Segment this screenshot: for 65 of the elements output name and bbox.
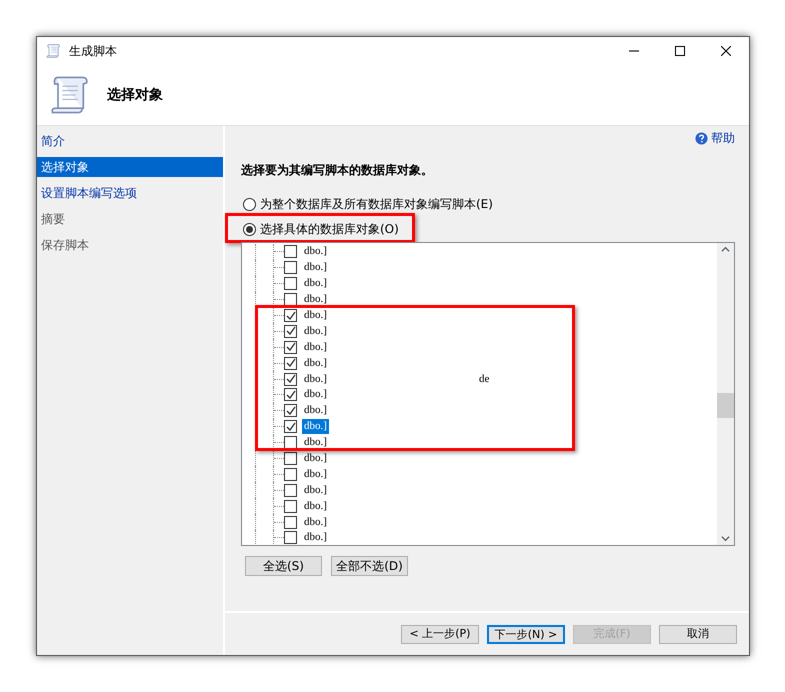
tree-item-label[interactable]: dbo.] xyxy=(302,308,329,323)
tree-checkbox[interactable] xyxy=(284,309,297,322)
tree-checkbox[interactable] xyxy=(284,293,297,306)
sidebar-item[interactable]: 摘要 xyxy=(37,209,223,229)
tree-item-label[interactable]: dbo.] xyxy=(302,482,329,498)
tree-item-label[interactable]: dbo.] xyxy=(302,466,329,482)
scrollbar-thumb[interactable] xyxy=(717,393,734,418)
tree-item-label[interactable]: dbo.] xyxy=(302,530,329,545)
tree-checkbox[interactable] xyxy=(284,420,297,434)
help-icon xyxy=(695,132,708,144)
tree-item-text: de xyxy=(479,372,490,387)
tree-item-label[interactable]: dbo.] xyxy=(302,387,329,402)
tree-item-label[interactable]: dbo.] xyxy=(302,260,329,276)
radio-option[interactable]: 为整个数据库及所有数据库对象编写脚本(E) xyxy=(243,196,493,212)
tree-checkbox[interactable] xyxy=(284,261,297,274)
wizard-button[interactable]: < 上一步(P) xyxy=(401,624,479,644)
radio-button[interactable] xyxy=(243,222,256,236)
tree-checkbox[interactable] xyxy=(284,340,297,354)
tree-checkbox[interactable] xyxy=(284,404,297,418)
maximize-icon xyxy=(675,46,685,56)
tree-checkbox[interactable] xyxy=(284,516,297,529)
tree-checkbox[interactable] xyxy=(284,436,297,450)
scroll-down-icon[interactable] xyxy=(721,534,730,543)
tree-checkbox[interactable] xyxy=(284,531,297,544)
help-link[interactable]: 帮助 xyxy=(695,129,735,147)
sidebar-item[interactable]: 设置脚本编写选项 xyxy=(37,183,223,203)
sidebar-item[interactable]: 保存脚本 xyxy=(37,235,223,255)
wizard-button[interactable]: 下一步(N) > xyxy=(487,624,565,644)
script-icon xyxy=(45,43,61,59)
deselect-all-button[interactable]: 全部不选(D) xyxy=(331,556,408,576)
tree-checkbox[interactable] xyxy=(284,452,297,466)
wizard-button[interactable]: 取消 xyxy=(659,624,737,644)
close-icon xyxy=(721,46,731,56)
radio-option[interactable]: 选择具体的数据库对象(O) xyxy=(243,221,399,237)
tree-checkbox[interactable] xyxy=(284,324,297,338)
tree-item-label[interactable]: dbo.] xyxy=(302,292,329,308)
scrollbar[interactable] xyxy=(717,243,734,545)
tree-item-label[interactable]: dbo.] xyxy=(302,276,329,292)
select-all-button[interactable]: 全选(S) xyxy=(245,556,322,576)
tree-item-label[interactable]: dbo.] xyxy=(302,324,329,339)
page-title: 选择对象 xyxy=(107,86,163,104)
tree-checkbox[interactable] xyxy=(284,500,297,513)
tree-item-label[interactable]: dbo.] xyxy=(302,419,329,434)
tree-checkbox[interactable] xyxy=(284,372,297,386)
sidebar-item[interactable]: 简介 xyxy=(37,131,223,151)
tree-checkbox[interactable] xyxy=(284,484,297,497)
section-heading: 选择要为其编写脚本的数据库对象。 xyxy=(241,162,434,179)
sidebar-item[interactable]: 选择对象 xyxy=(37,157,223,177)
scroll-up-icon[interactable] xyxy=(721,245,730,254)
tree-item-label[interactable]: dbo.] xyxy=(302,356,329,371)
window-title: 生成脚本 xyxy=(69,43,117,60)
radio-button[interactable] xyxy=(243,198,256,210)
tree-item-label[interactable]: dbo.] xyxy=(302,451,329,466)
tree-checkbox[interactable] xyxy=(284,245,297,258)
tree-checkbox[interactable] xyxy=(284,388,297,402)
tree-item-label[interactable]: dbo.] xyxy=(302,514,329,530)
tree-checkbox[interactable] xyxy=(284,277,297,290)
tree-item-label[interactable]: dbo.] xyxy=(302,372,329,387)
tree-item-label[interactable]: dbo.] xyxy=(302,403,329,418)
tree-checkbox[interactable] xyxy=(284,468,297,481)
tree-item-label[interactable]: dbo.] xyxy=(302,244,329,260)
tree-item-label[interactable]: dbo.] xyxy=(302,435,329,450)
tree-checkbox[interactable] xyxy=(284,356,297,370)
tree-item-label[interactable]: dbo.] xyxy=(302,498,329,514)
tree-item-label[interactable]: dbo.] xyxy=(302,340,329,355)
